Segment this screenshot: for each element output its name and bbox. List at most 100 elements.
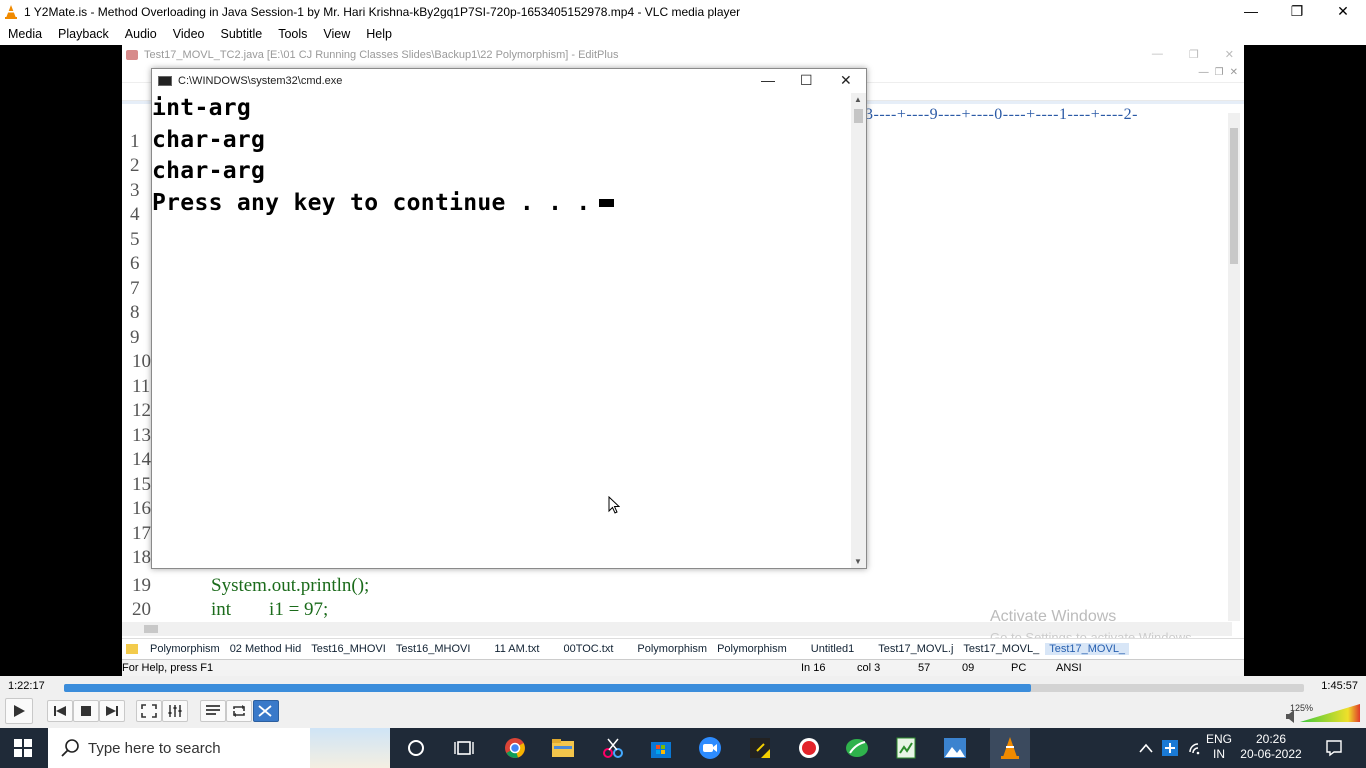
- status-number: 57: [918, 662, 931, 674]
- restore-icon[interactable]: ❐: [1274, 0, 1320, 23]
- cmd-output-line: char-arg: [152, 158, 266, 184]
- menu-audio[interactable]: Audio: [125, 27, 157, 41]
- ep-restore-icon: ❐: [1188, 49, 1199, 61]
- status-line: In 16: [801, 662, 826, 674]
- loop-button[interactable]: [226, 700, 252, 722]
- stop-icon: [81, 706, 91, 716]
- sticky-notes-icon[interactable]: [748, 736, 772, 760]
- doc-tab: Polymorphism: [150, 642, 220, 655]
- snipping-tool-icon[interactable]: [601, 736, 625, 760]
- line-number: 3: [130, 180, 140, 201]
- notifications-icon[interactable]: [1322, 736, 1346, 760]
- scroll-thumb: [1230, 128, 1238, 264]
- cortana-icon[interactable]: [404, 736, 428, 760]
- search-placeholder: Type here to search: [88, 739, 221, 757]
- doc-tab: Test16_MHOVI: [395, 642, 471, 655]
- fullscreen-icon: [141, 704, 157, 718]
- cmd-output-line: int-arg: [152, 95, 252, 121]
- line-number-gutter: 1 2 3 4 5 6 7 8 9 10 11 12 13 14 15 16 1…: [122, 123, 152, 628]
- editor-vertical-scrollbar: [1228, 113, 1240, 621]
- chevron-up-icon[interactable]: [1134, 736, 1158, 760]
- mdi-close-icon: ✕: [1229, 67, 1238, 78]
- doc-tab: Polymorphism: [717, 642, 787, 655]
- screen: 1 Y2Mate.is - Method Overloading in Java…: [0, 0, 1366, 768]
- mdi-restore-icon: ❐: [1214, 67, 1224, 78]
- leaf-app-icon[interactable]: [845, 736, 869, 760]
- search-box[interactable]: Type here to search: [48, 728, 390, 768]
- doc-tab: Test17_MOVL_: [963, 642, 1040, 655]
- menu-media[interactable]: Media: [8, 27, 42, 41]
- taskbar: Type here to search ENG IN 20:26 20-06-202…: [0, 728, 1366, 768]
- scroll-thumb: [144, 625, 158, 633]
- playlist-icon: [206, 705, 220, 715]
- mouse-pointer-icon: [608, 496, 620, 514]
- line-number: 7: [130, 278, 140, 299]
- play-icon: [14, 705, 25, 717]
- menu-help[interactable]: Help: [366, 27, 392, 41]
- file-explorer-icon[interactable]: [551, 736, 575, 760]
- menu-view[interactable]: View: [323, 27, 350, 41]
- clock-time: 20:26: [1255, 732, 1287, 746]
- menu-tools[interactable]: Tools: [278, 27, 307, 41]
- windows-start-icon[interactable]: [14, 739, 32, 757]
- language-indicator[interactable]: ENG IN: [1204, 732, 1234, 762]
- extended-settings-button[interactable]: [162, 700, 188, 722]
- next-icon: [106, 706, 118, 716]
- minimize-icon[interactable]: —: [1228, 0, 1274, 23]
- cmd-output: int-arg char-arg char-arg Press any key …: [152, 93, 852, 568]
- record-icon[interactable]: [797, 736, 821, 760]
- photos-icon[interactable]: [943, 736, 967, 760]
- ep-minimize-icon: —: [1151, 48, 1163, 60]
- editplus-document-tabs: Polymorphism 02 Method Hid Test16_MHOVI …: [122, 638, 1244, 658]
- cmd-close-icon: ✕: [840, 72, 852, 88]
- line-number: 20: [132, 599, 151, 620]
- microsoft-store-icon[interactable]: [649, 736, 673, 760]
- line-number: 13: [132, 425, 151, 446]
- loop-icon: [233, 705, 245, 717]
- code-line: int i1 = 97;: [211, 599, 329, 620]
- cmd-output-line-prompt: Press any key to continue . . .: [152, 188, 852, 220]
- clock-date: 20-06-2022: [1240, 747, 1302, 761]
- chrome-icon[interactable]: [503, 736, 527, 760]
- region-code: IN: [1213, 747, 1225, 761]
- line-number: 14: [132, 449, 151, 470]
- play-button[interactable]: [5, 698, 33, 724]
- zoom-icon[interactable]: [698, 736, 722, 760]
- cmd-icon: [158, 76, 172, 86]
- clock[interactable]: 20:26 20-06-2022: [1236, 732, 1306, 762]
- stop-button[interactable]: [73, 700, 99, 722]
- plus-app-icon[interactable]: [1158, 736, 1182, 760]
- text-cursor: [598, 199, 614, 207]
- seek-bar[interactable]: [64, 684, 1304, 692]
- mdi-minimize-icon: —: [1198, 67, 1209, 78]
- task-view-icon[interactable]: [452, 736, 476, 760]
- window-title: 1 Y2Mate.is - Method Overloading in Java…: [24, 4, 741, 19]
- close-icon[interactable]: ✕: [1320, 0, 1366, 23]
- vlc-menu-bar: Media Playback Audio Video Subtitle Tool…: [0, 23, 1366, 45]
- editplus-status-bar: For Help, press F1 In 16 col 3 57 09 PC …: [122, 659, 1244, 676]
- vlc-cone-icon: [5, 4, 17, 19]
- menu-playback[interactable]: Playback: [58, 27, 109, 41]
- menu-video[interactable]: Video: [173, 27, 205, 41]
- total-time[interactable]: 1:45:57: [1321, 680, 1358, 692]
- shuffle-button[interactable]: [253, 700, 279, 722]
- line-number: 12: [132, 400, 151, 421]
- line-number: 6: [130, 253, 140, 274]
- status-mode: PC: [1011, 662, 1027, 674]
- editplus-taskbar-icon[interactable]: [894, 736, 918, 760]
- language-code: ENG: [1205, 732, 1232, 746]
- vlc-taskbar-icon[interactable]: [990, 728, 1030, 768]
- playlist-button[interactable]: [200, 700, 226, 722]
- line-number: 9: [130, 327, 140, 348]
- next-button[interactable]: [99, 700, 125, 722]
- menu-subtitle[interactable]: Subtitle: [221, 27, 263, 41]
- seek-bar-fill: [64, 684, 1032, 692]
- previous-button[interactable]: [47, 700, 73, 722]
- volume-slider[interactable]: [1286, 700, 1360, 724]
- vlc-title-bar: 1 Y2Mate.is - Method Overloading in Java…: [0, 0, 1366, 23]
- search-icon: [61, 739, 79, 757]
- folder-icon: [126, 643, 138, 654]
- fullscreen-button[interactable]: [136, 700, 162, 722]
- line-number: 1: [130, 131, 140, 152]
- cmd-prompt-text: Press any key to continue . . .: [152, 189, 591, 216]
